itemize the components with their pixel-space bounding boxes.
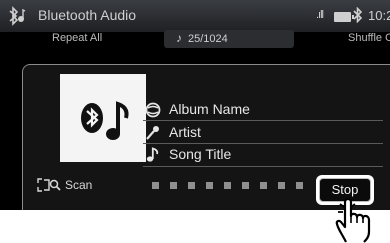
progress-dot bbox=[242, 182, 249, 189]
progress-dot bbox=[170, 182, 177, 189]
microphone-icon bbox=[146, 126, 159, 140]
signal-bars-icon: .ıll bbox=[316, 9, 324, 21]
clock: 10:26 bbox=[368, 8, 390, 23]
album-row: Album Name bbox=[145, 100, 390, 120]
progress-dot bbox=[224, 182, 231, 189]
music-note-icon: ♪ bbox=[176, 31, 182, 45]
screen: Bluetooth Audio .ıll 10:26 Repeat All ♪ … bbox=[0, 0, 390, 210]
divider bbox=[143, 143, 383, 144]
track-counter: ♪ 25/1024 bbox=[164, 30, 294, 48]
divider bbox=[143, 120, 383, 121]
progress-dot bbox=[296, 182, 303, 189]
artist-row: Artist bbox=[145, 123, 390, 143]
progress-dot bbox=[206, 182, 213, 189]
artist-name: Artist bbox=[169, 124, 201, 140]
song-row: Song Title bbox=[145, 145, 390, 165]
playback-controls-bar: Repeat All ♪ 25/1024 Shuffle Off bbox=[0, 28, 390, 52]
bluetooth-audio-app-icon bbox=[9, 6, 26, 26]
bluetooth-icon bbox=[353, 7, 363, 23]
music-note-icon bbox=[146, 147, 159, 162]
progress-dot bbox=[260, 182, 267, 189]
song-title: Song Title bbox=[169, 146, 232, 162]
scan-icon bbox=[37, 178, 61, 192]
battery-icon bbox=[334, 12, 354, 22]
scan-button[interactable]: Scan bbox=[37, 175, 97, 197]
track-counter-text: 25/1024 bbox=[188, 33, 228, 45]
app-title: Bluetooth Audio bbox=[38, 7, 137, 23]
scan-label: Scan bbox=[65, 178, 93, 192]
progress-dot bbox=[188, 182, 195, 189]
disc-icon bbox=[145, 102, 161, 118]
bluetooth-music-icon bbox=[81, 101, 129, 140]
shuffle-button[interactable]: Shuffle Off bbox=[348, 32, 390, 44]
progress-dot bbox=[278, 182, 285, 189]
pointing-hand-icon bbox=[335, 197, 371, 243]
repeat-button[interactable]: Repeat All bbox=[52, 32, 102, 44]
divider bbox=[143, 166, 383, 167]
scan-progress bbox=[152, 182, 312, 190]
progress-dot bbox=[152, 182, 159, 189]
album-art bbox=[60, 74, 146, 162]
album-name: Album Name bbox=[169, 101, 250, 117]
